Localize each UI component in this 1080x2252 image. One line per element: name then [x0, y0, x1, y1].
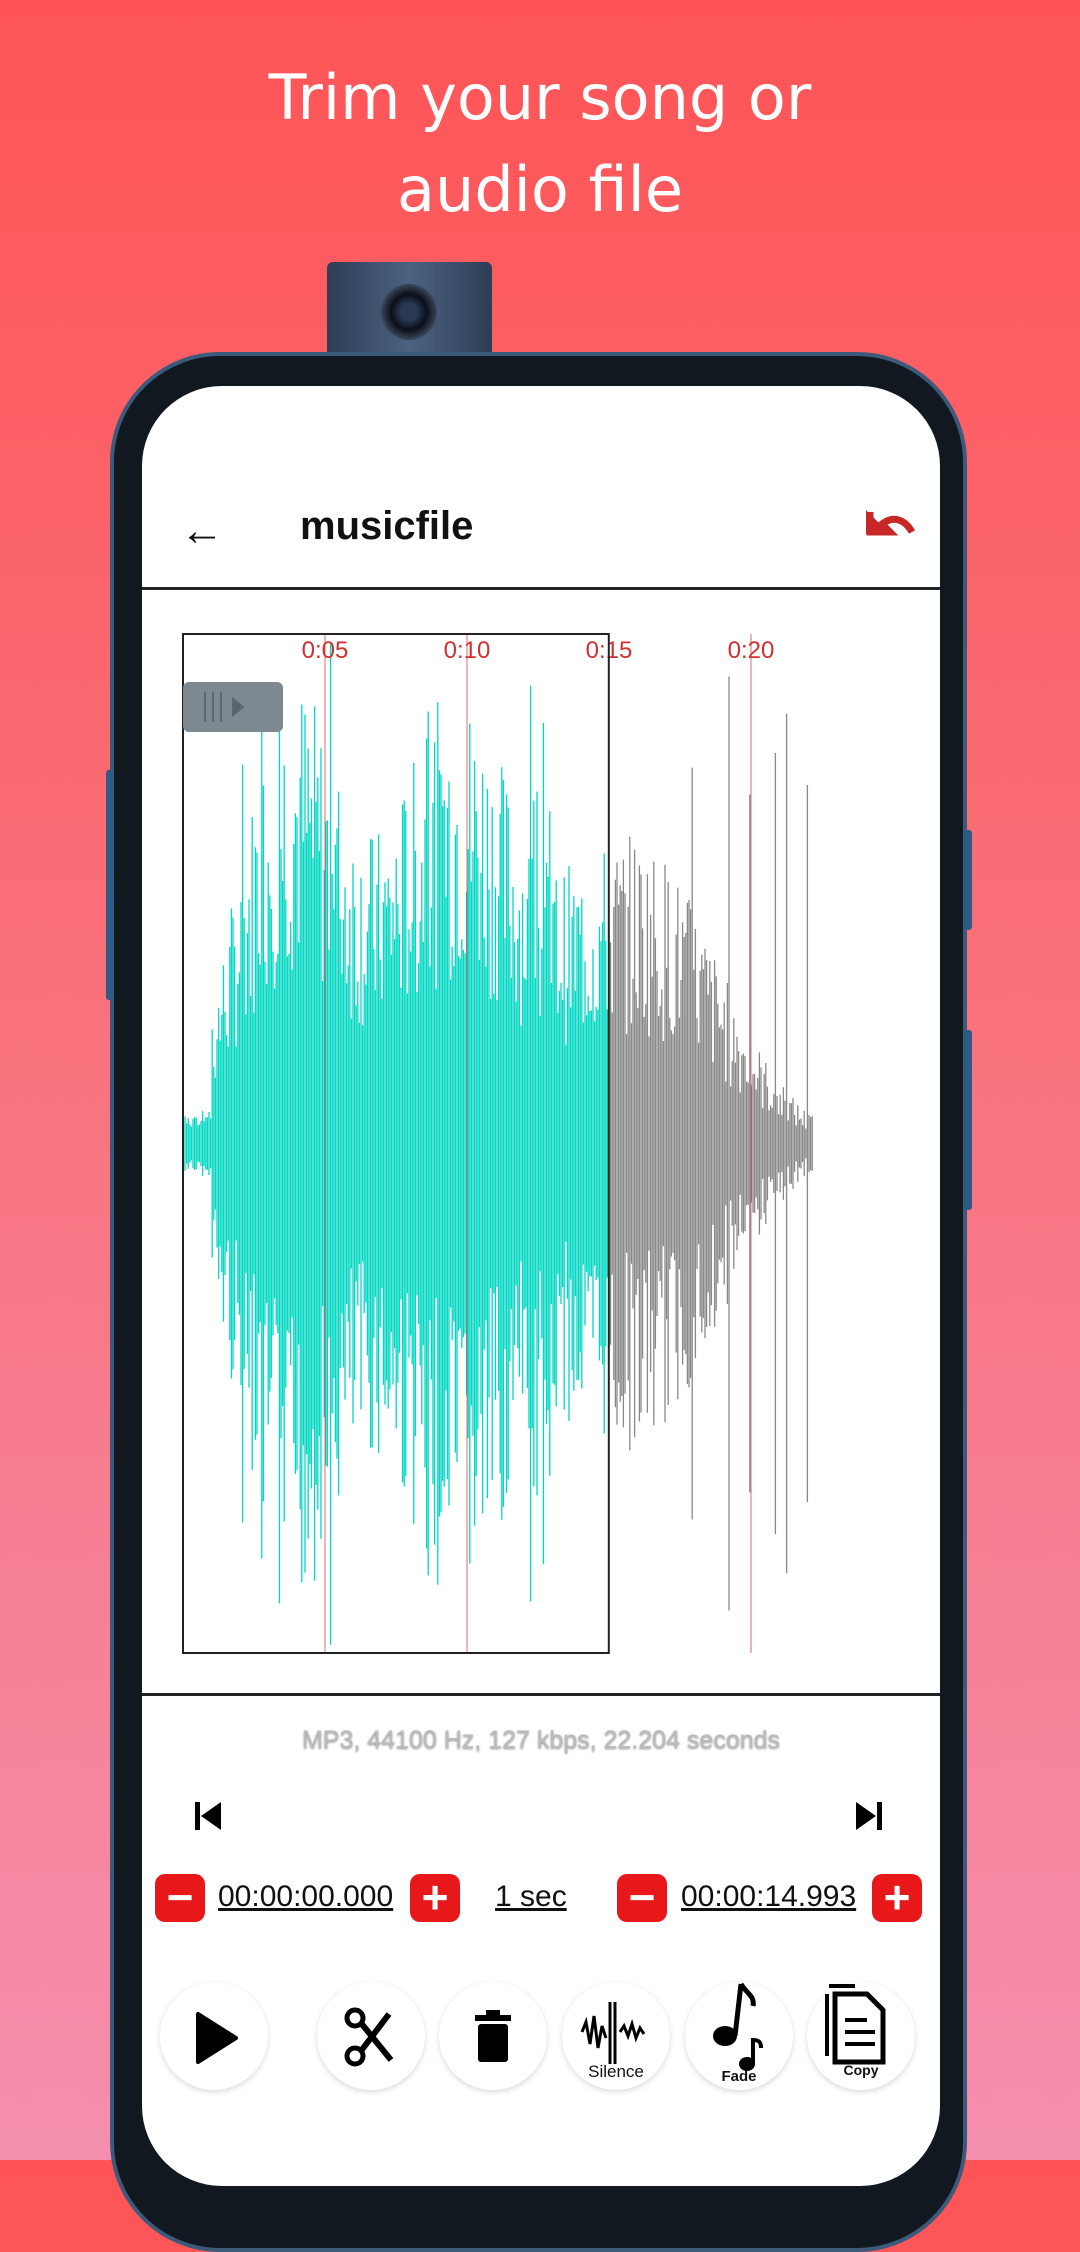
undo-icon[interactable]	[862, 502, 922, 542]
side-button	[964, 1030, 972, 1210]
skip-to-end-icon[interactable]	[850, 1796, 886, 1836]
scissors-icon	[344, 2007, 394, 2067]
copy-label: Copy	[843, 2062, 879, 2078]
end-minus-button[interactable]: −	[617, 1874, 667, 1922]
app-toolbar: ← musicfile	[142, 386, 940, 590]
end-time-field[interactable]: 00:00:14.993	[681, 1880, 856, 1914]
start-time-field[interactable]: 00:00:00.000	[218, 1880, 393, 1914]
popup-camera	[327, 262, 492, 358]
trim-time-row: − 00:00:00.000 + 1 sec − 00:00:14.993 +	[142, 1874, 940, 1928]
waveform-editor[interactable]: 0:05 0:10 0:15 0:20	[142, 590, 940, 1778]
copy-button[interactable]: Copy	[807, 1982, 915, 2090]
step-selector[interactable]: 1 sec	[495, 1880, 567, 1914]
cut-button[interactable]	[317, 1982, 425, 2090]
trash-icon	[475, 2010, 511, 2062]
delete-button[interactable]	[439, 1982, 547, 2090]
start-plus-button[interactable]: +	[410, 1874, 460, 1922]
side-button	[964, 830, 972, 930]
promo-headline: Trim your song or audio file	[0, 52, 1080, 236]
start-minus-button[interactable]: −	[155, 1874, 205, 1922]
app-screen: ← musicfile 0:05 0:10 0:15 0:20 MP3, 44100 …	[142, 386, 940, 2186]
end-plus-button[interactable]: +	[872, 1874, 922, 1922]
play-button[interactable]	[160, 1982, 268, 2090]
tick-label: 0:10	[444, 637, 491, 664]
silence-button[interactable]: Silence	[562, 1982, 670, 2090]
file-info: MP3, 44100 Hz, 127 kbps, 22.204 seconds	[301, 1726, 781, 1754]
silence-label: Silence	[588, 2062, 644, 2081]
play-icon	[196, 2012, 238, 2064]
headline-line-1: Trim your song or	[268, 61, 812, 134]
tick-label: 0:20	[728, 637, 775, 664]
waveform[interactable]: 0:05 0:10 0:15 0:20	[142, 590, 940, 1778]
fade-label: Fade	[721, 2068, 757, 2085]
skip-to-start-icon[interactable]	[191, 1796, 227, 1836]
arrow-left-icon[interactable]: ←	[180, 506, 224, 556]
tick-label: 0:05	[302, 637, 349, 664]
fade-button[interactable]: Fade	[685, 1982, 793, 2090]
headline-line-2: audio file	[397, 153, 683, 226]
side-button	[106, 770, 114, 1000]
file-title: musicfile	[300, 504, 474, 548]
